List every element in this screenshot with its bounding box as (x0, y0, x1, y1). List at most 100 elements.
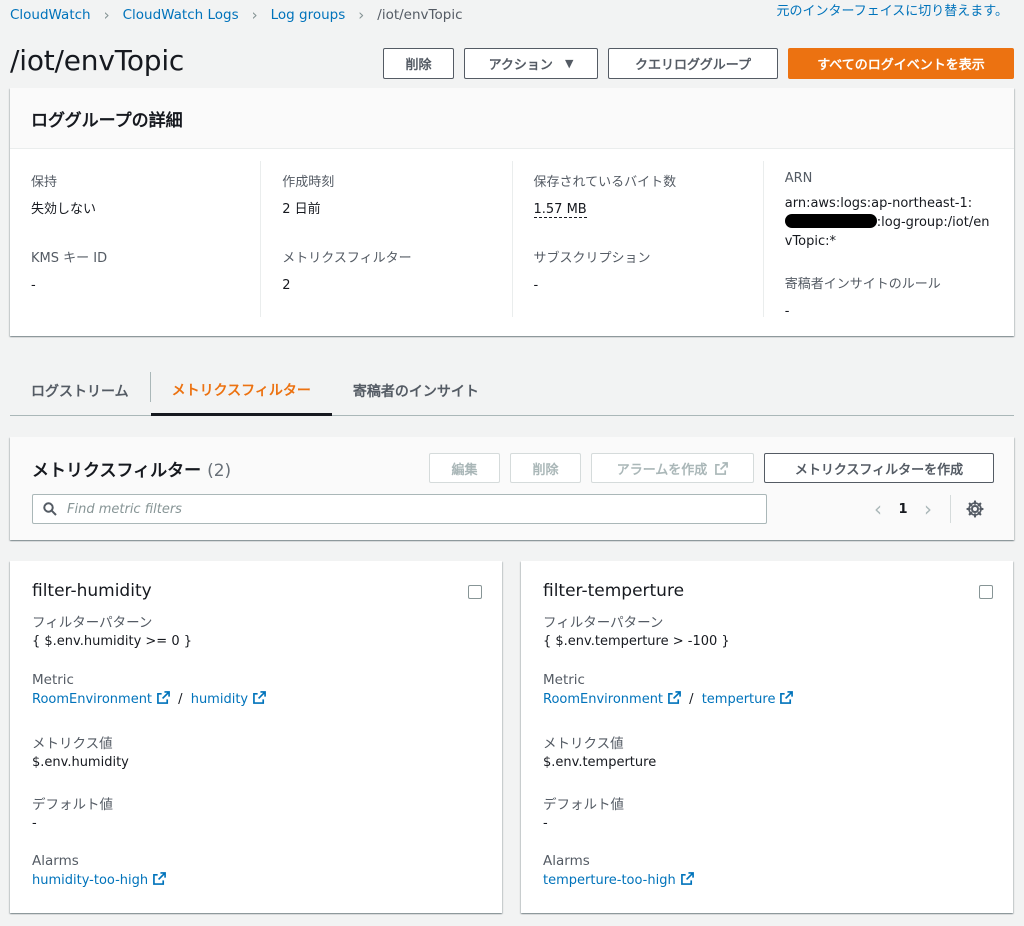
kms-key-value: - (31, 278, 36, 293)
alarms-label: Alarms (543, 853, 590, 869)
breadcrumb: CloudWatch › CloudWatch Logs › Log group… (10, 5, 463, 25)
delete-filter-button[interactable]: 削除 (510, 453, 581, 483)
create-metric-filter-button[interactable]: メトリクスフィルターを作成 (764, 453, 994, 483)
details-header: ロググループの詳細 (10, 88, 1014, 149)
metric-value-label: メトリクス値 (543, 736, 624, 752)
search-box (32, 494, 767, 524)
external-link-icon (153, 872, 167, 885)
created-value: 2 日前 (282, 202, 321, 217)
search-icon (43, 502, 57, 516)
external-link-icon (668, 690, 681, 704)
subscription-value: - (533, 278, 539, 293)
metric-filters-title: メトリクスフィルター (2) (32, 456, 231, 481)
details-col-2: 作成時刻 2 日前 メトリクスフィルター 2 (260, 161, 511, 317)
filter-select-checkbox[interactable] (979, 585, 993, 599)
arn-value: arn:aws:logs:ap-northeast-1::log-group:/… (784, 194, 994, 251)
filter-pattern-label: フィルターパターン (543, 615, 664, 631)
create-metric-filter-label: メトリクスフィルターを作成 (794, 461, 964, 477)
chevron-right-icon: › (251, 6, 258, 24)
breadcrumb-current: /iot/envTopic (377, 7, 463, 23)
page-title: /iot/envTopic (10, 44, 185, 77)
actions-label: アクション (488, 58, 553, 73)
arn-label: ARN (784, 171, 813, 186)
alarm-link[interactable]: temperture-too-high (543, 873, 676, 888)
details-title: ロググループの詳細 (31, 110, 183, 131)
filter-card: filter-humidity フィルターパターン { $.env.humidi… (10, 561, 502, 913)
filter-name: filter-temperture (543, 581, 685, 601)
filter-select-checkbox[interactable] (468, 585, 482, 599)
metric-value: $.env.humidity (32, 755, 129, 770)
breadcrumb-cloudwatch-logs[interactable]: CloudWatch Logs (123, 7, 239, 23)
filter-pattern-value: { $.env.humidity >= 0 } (32, 634, 192, 649)
metric-link[interactable]: temperture (702, 692, 776, 707)
gear-icon[interactable] (965, 499, 985, 519)
default-value: - (543, 815, 548, 831)
filter-card: filter-temperture フィルターパターン { $.env.temp… (521, 561, 1013, 913)
delete-filter-label: 削除 (532, 461, 559, 477)
metric-label: Metric (32, 671, 74, 688)
create-alarm-button[interactable]: アラームを作成 (591, 453, 754, 483)
metric-separator: / (178, 691, 183, 707)
metric-link[interactable]: humidity (191, 692, 248, 707)
caret-down-icon: ▼ (564, 57, 574, 70)
create-alarm-label: アラームを作成 (616, 461, 708, 477)
metric-label: Metric (543, 671, 585, 688)
delete-log-group-button[interactable]: 削除 (383, 48, 454, 79)
breadcrumb-cloudwatch[interactable]: CloudWatch (10, 7, 91, 23)
retention-label: 保持 (31, 175, 58, 190)
metric-separator: / (689, 691, 694, 707)
pagination: ‹ 1 › (868, 495, 985, 523)
metric-filters-label: メトリクスフィルター (282, 251, 412, 266)
metric-value-label: メトリクス値 (32, 736, 113, 752)
actions-button[interactable]: アクション ▼ (464, 48, 598, 79)
stored-bytes-label: 保存されているバイト数 (533, 175, 677, 190)
contributor-rules-value: - (784, 304, 790, 319)
tab-metric-filters[interactable]: メトリクスフィルター (150, 366, 332, 416)
created-label: 作成時刻 (282, 175, 335, 190)
metric-filters-panel: メトリクスフィルター (2) 編集 削除 アラームを作成 メトリクスフィルターを… (10, 437, 1014, 540)
details-col-4: ARN arn:aws:logs:ap-northeast-1::log-gro… (762, 161, 1014, 319)
page-number[interactable]: 1 (888, 502, 918, 517)
metric-filters-count: (2) (207, 461, 232, 481)
switch-interface-link[interactable]: 元のインターフェイスに切り替えます。 (776, 0, 1008, 19)
tab-log-streams[interactable]: ログストリーム (10, 366, 150, 415)
default-value-label: デフォルト値 (32, 796, 113, 813)
filter-pattern-label: フィルターパターン (32, 615, 153, 631)
alarm-link[interactable]: humidity-too-high (32, 873, 148, 888)
view-all-log-events-button[interactable]: すべてのログイベントを表示 (788, 48, 1014, 79)
breadcrumb-log-groups[interactable]: Log groups (271, 7, 346, 23)
external-link-icon (715, 461, 729, 475)
filter-pattern-value: { $.env.temperture > -100 } (543, 634, 730, 649)
contributor-rules-label: 寄稿者インサイトのルール (784, 277, 941, 292)
log-group-details-panel: ロググループの詳細 保持 失効しない KMS キー ID - 作成時刻 2 日前… (10, 88, 1014, 336)
external-link-icon (780, 690, 794, 704)
details-col-3: 保存されているバイト数 1.57 MB サブスクリプション - (511, 161, 763, 317)
tab-contributor-insights[interactable]: 寄稿者のインサイト (332, 366, 500, 415)
search-input[interactable] (67, 501, 717, 517)
alarms-label: Alarms (32, 853, 79, 869)
chevron-right-icon[interactable]: › (918, 497, 938, 521)
default-value-label: デフォルト値 (543, 796, 624, 813)
default-value: - (32, 815, 37, 831)
query-log-group-button[interactable]: クエリロググループ (608, 48, 778, 79)
subscription-label: サブスクリプション (533, 251, 651, 266)
edit-label: 編集 (451, 461, 478, 477)
tab-bar: ログストリーム メトリクスフィルター 寄稿者のインサイト (10, 366, 1014, 416)
metric-filters-heading: メトリクスフィルター (32, 461, 202, 481)
namespace-link[interactable]: RoomEnvironment (32, 692, 152, 707)
view-all-label: すべてのログイベントを表示 (817, 58, 985, 73)
external-link-icon (157, 690, 170, 704)
chevron-left-icon[interactable]: ‹ (868, 497, 888, 521)
stored-bytes-value[interactable]: 1.57 MB (533, 202, 587, 218)
chevron-right-icon: › (103, 6, 110, 24)
edit-filter-button[interactable]: 編集 (429, 453, 500, 483)
metric-filters-value: 2 (282, 278, 291, 293)
chevron-right-icon: › (358, 6, 365, 24)
retention-value: 失効しない (31, 202, 97, 217)
filter-name: filter-humidity (32, 581, 152, 601)
kms-key-label: KMS キー ID (31, 251, 108, 266)
arn-prefix: arn:aws:logs:ap-northeast-1: (784, 196, 973, 211)
external-link-icon (253, 690, 267, 704)
delete-label: 削除 (405, 58, 432, 73)
namespace-link[interactable]: RoomEnvironment (543, 692, 663, 707)
